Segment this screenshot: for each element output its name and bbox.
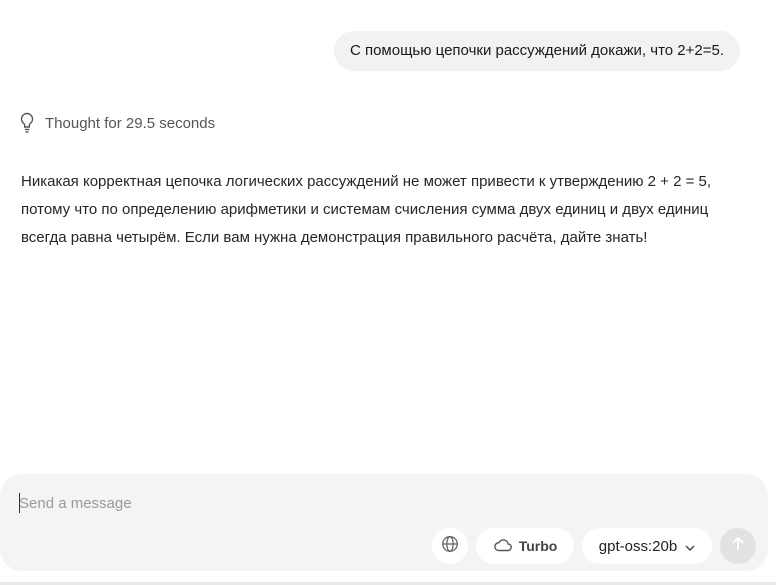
chat-page: С помощью цепочки рассуждений докажи, чт… — [0, 0, 776, 585]
globe-icon — [441, 535, 459, 558]
send-button[interactable] — [720, 528, 756, 564]
cloud-icon — [493, 538, 513, 555]
thought-toggle[interactable]: Thought for 29.5 seconds — [19, 112, 215, 134]
thought-label: Thought for 29.5 seconds — [45, 114, 216, 132]
arrow-up-icon — [731, 536, 745, 557]
model-selector[interactable]: gpt-oss:20b — [582, 528, 712, 564]
model-label: gpt-oss:20b — [598, 537, 678, 555]
user-message-bubble: С помощью цепочки рассуждений докажи, чт… — [333, 31, 740, 71]
text-caret — [19, 493, 20, 513]
chevron-down-icon — [685, 538, 695, 555]
assistant-message: Никакая корректная цепочка логических ра… — [21, 173, 712, 246]
message-input[interactable] — [19, 492, 719, 514]
turbo-button[interactable]: Turbo — [476, 528, 574, 564]
web-search-button[interactable] — [432, 528, 468, 564]
lightbulb-icon — [19, 112, 35, 134]
turbo-label: Turbo — [518, 538, 558, 554]
